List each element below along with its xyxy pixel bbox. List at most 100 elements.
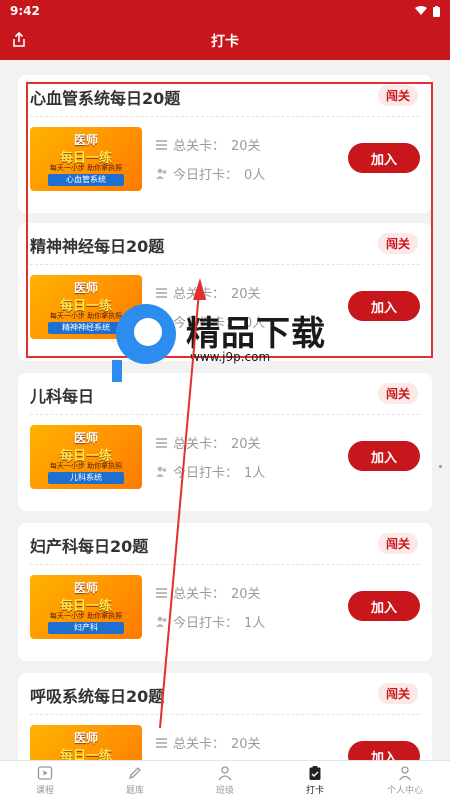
challenge-badge[interactable]: 闯关 [377,383,418,404]
clipboard-icon [309,766,321,780]
total-levels-stat: 总关卡： 20关 [156,733,261,752]
thumb-category: 精神神经系统 [48,322,124,334]
card-title: 精神神经每日20题 [30,237,165,256]
total-levels-label: 总关卡： [173,587,226,602]
challenge-badge[interactable]: 闯关 [377,233,418,254]
checkin-card: 心血管系统每日20题 闯关 医师 每日一练 每天一小步 助你拿执照 心血管系统 … [18,75,432,213]
challenge-badge[interactable]: 闯关 [377,533,418,554]
nav-item-profile[interactable]: 个人中心 [360,761,450,800]
thumb-title: 医师 [73,581,98,595]
thumb-slogan: 每天一小步 助你拿执照 [49,462,123,470]
join-button[interactable]: 加入 [348,441,420,471]
thumb-slogan: 每天一小步 助你拿执照 [49,312,123,320]
list-icon [156,140,167,150]
course-thumbnail[interactable]: 医师 每日一练 每天一小步 助你拿执照 儿科系统 [30,425,142,489]
today-checkin-stat: 今日打卡： 1人 [156,462,265,481]
join-button[interactable]: 加入 [348,591,420,621]
thumb-title: 医师 [73,431,98,445]
join-button[interactable]: 加入 [348,291,420,321]
people-icon [156,168,167,179]
course-thumbnail[interactable]: 医师 每日一练 每天一小步 助你拿执照 妇产科 [30,575,142,639]
total-levels-stat: 总关卡： 20关 [156,135,261,154]
thumb-category: 心血管系统 [48,174,124,186]
total-levels-value: 20关 [231,587,261,602]
thumb-title: 医师 [73,281,98,295]
card-title: 妇产科每日20题 [30,537,149,556]
group-icon [218,766,232,781]
total-levels-value: 20关 [231,737,261,752]
nav-item-course[interactable]: 课程 [0,761,90,800]
today-checkin-stat: 今日打卡： 1人 [156,612,265,631]
user-icon [398,766,412,781]
nav-label-class: 班级 [215,786,234,796]
total-levels-stat: 总关卡： 20关 [156,283,261,302]
challenge-badge[interactable]: 闯关 [377,85,418,106]
total-levels-value: 20关 [231,437,261,452]
total-levels-stat: 总关卡： 20关 [156,433,261,452]
divider [30,116,420,117]
total-levels-label: 总关卡： [173,437,226,452]
today-checkin-label: 今日打卡： [173,466,239,481]
challenge-badge[interactable]: 闯关 [377,683,418,704]
battery-icon [433,5,440,17]
course-thumbnail[interactable]: 医师 每日一练 每天一小步 助你拿执照 心血管系统 [30,127,142,191]
checkin-card: 呼吸系统每日20题 闯关 医师 每日一练 总关卡： 20关 加入 [18,673,432,760]
today-checkin-value: 1人 [244,616,266,631]
today-checkin-label: 今日打卡： [173,316,239,331]
bottom-nav: 课程 题库 班级 打卡 个人中心 [0,760,450,800]
today-checkin-value: 1人 [244,466,266,481]
status-bar: 9:42 [0,0,450,22]
play-icon [37,766,53,780]
status-icons [415,5,440,17]
nav-item-class[interactable]: 班级 [180,761,270,800]
list-icon [156,588,167,598]
join-button[interactable]: 加入 [348,741,420,760]
card-title: 儿科每日 [30,387,95,406]
thumb-slogan: 每天一小步 助你拿执照 [49,164,123,172]
total-levels-stat: 总关卡： 20关 [156,583,261,602]
divider [30,264,420,265]
page-title: 打卡 [211,34,239,50]
divider [30,714,420,715]
app-bar: 打卡 [0,22,450,60]
join-button[interactable]: 加入 [348,143,420,173]
nav-label-checkin: 打卡 [305,786,324,796]
thumb-subtitle: 每日一练 [59,749,112,760]
today-checkin-stat: 今日打卡： 0人 [156,312,265,331]
list-icon [156,738,167,748]
thumb-slogan: 每天一小步 助你拿执照 [49,612,123,620]
scroll-indicator [439,465,442,468]
checkin-card: 儿科每日 闯关 医师 每日一练 每天一小步 助你拿执照 儿科系统 总关卡： 20… [18,373,432,511]
today-checkin-value: 0人 [244,316,266,331]
total-levels-value: 20关 [231,139,261,154]
today-checkin-label: 今日打卡： [173,616,239,631]
today-checkin-stat: 今日打卡： 0人 [156,164,265,183]
total-levels-label: 总关卡： [173,287,226,302]
course-thumbnail[interactable]: 医师 每日一练 [30,725,142,760]
divider [30,414,420,415]
nav-label-question-bank: 题库 [125,786,144,796]
card-title: 心血管系统每日20题 [30,89,181,108]
share-icon[interactable] [10,31,28,49]
total-levels-label: 总关卡： [173,737,226,752]
thumb-category: 妇产科 [48,622,124,634]
thumb-title: 医师 [73,133,98,147]
wifi-icon [415,6,427,15]
total-levels-label: 总关卡： [173,139,226,154]
thumb-category: 儿科系统 [48,472,124,484]
list-icon [156,438,167,448]
people-icon [156,316,167,327]
people-icon [156,466,167,477]
pencil-icon [128,767,141,780]
checkin-list[interactable]: 心血管系统每日20题 闯关 医师 每日一练 每天一小步 助你拿执照 心血管系统 … [0,60,450,760]
nav-label-profile: 个人中心 [386,786,423,796]
today-checkin-value: 0人 [244,168,266,183]
people-icon [156,616,167,627]
course-thumbnail[interactable]: 医师 每日一练 每天一小步 助你拿执照 精神神经系统 [30,275,142,339]
thumb-title: 医师 [73,731,98,745]
divider [30,564,420,565]
total-levels-value: 20关 [231,287,261,302]
nav-item-checkin[interactable]: 打卡 [270,761,360,800]
nav-item-question-bank[interactable]: 题库 [90,761,180,800]
status-time: 9:42 [10,4,40,18]
